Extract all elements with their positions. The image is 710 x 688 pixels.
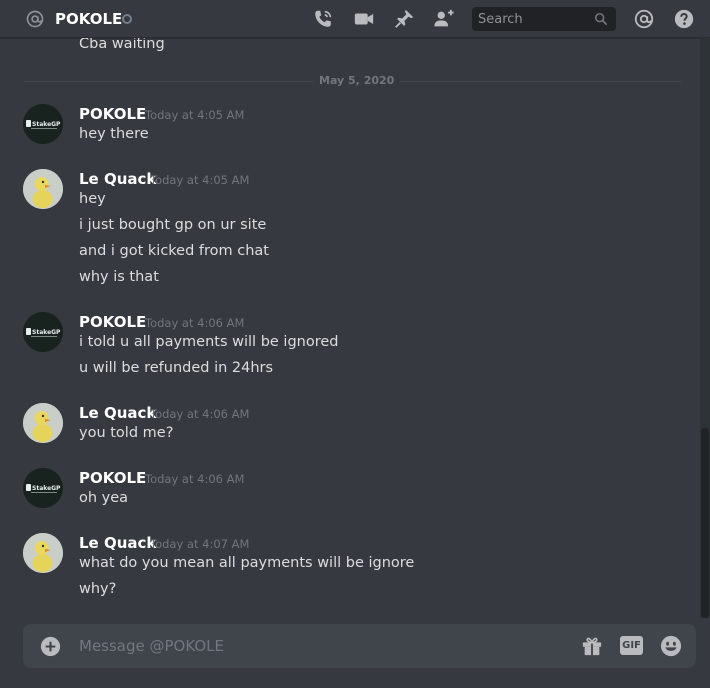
message-line: u will be refunded in 24hrs xyxy=(79,360,274,376)
timestamp: Today at 4:06 AM xyxy=(150,407,250,421)
pin-icon[interactable] xyxy=(393,8,415,30)
timestamp: Today at 4:07 AM xyxy=(150,537,250,551)
gift-icon[interactable] xyxy=(581,635,603,657)
help-icon[interactable] xyxy=(673,8,695,30)
avatar[interactable] xyxy=(23,533,63,573)
timestamp: Today at 4:06 AM xyxy=(145,316,245,330)
avatar[interactable]: StakeGP xyxy=(23,312,63,352)
status-indicator xyxy=(122,14,132,24)
message-line: hey xyxy=(79,191,106,207)
message-list[interactable]: Cba waiting May 5, 2020 StakeGP POKOLE T… xyxy=(0,38,700,618)
message-line: oh yea xyxy=(79,490,129,506)
avatar[interactable]: StakeGP xyxy=(23,468,63,508)
scrollbar-thumb[interactable] xyxy=(701,428,709,618)
search-box[interactable] xyxy=(472,7,616,31)
message-line: you told me? xyxy=(79,425,174,441)
message-line: what do you mean all payments will be ig… xyxy=(79,555,415,571)
timestamp: Today at 4:05 AM xyxy=(150,173,250,187)
add-attachment-icon[interactable] xyxy=(40,636,61,657)
avatar[interactable]: StakeGP xyxy=(23,104,63,144)
video-call-icon[interactable] xyxy=(353,8,375,30)
svg-text:StakeGP: StakeGP xyxy=(32,485,61,492)
duck-avatar-icon xyxy=(23,169,63,209)
duck-avatar-icon xyxy=(23,403,63,443)
stakegp-logo-icon: StakeGP xyxy=(23,104,63,144)
message-line: i told u all payments will be ignored xyxy=(79,334,339,350)
search-icon xyxy=(594,12,608,26)
gif-button[interactable]: GIF xyxy=(620,636,643,655)
message-line: hey there xyxy=(79,126,149,142)
username[interactable]: POKOLE xyxy=(79,468,146,488)
avatar[interactable] xyxy=(23,403,63,443)
stakegp-logo-icon: StakeGP xyxy=(23,468,63,508)
emoji-icon[interactable] xyxy=(660,635,682,657)
username[interactable]: Le Quack xyxy=(79,533,156,553)
duck-avatar-icon xyxy=(23,533,63,573)
message-line: Cba waiting xyxy=(79,38,165,52)
voice-call-icon[interactable] xyxy=(312,8,334,30)
message-input[interactable] xyxy=(79,636,559,656)
message-line: i just bought gp on ur site xyxy=(79,217,267,233)
message-line: and i got kicked from chat xyxy=(79,243,269,259)
mention-icon[interactable] xyxy=(633,8,655,30)
username[interactable]: POKOLE xyxy=(79,104,146,124)
username[interactable]: POKOLE xyxy=(79,312,146,332)
stakegp-logo-icon: StakeGP xyxy=(23,312,63,352)
timestamp: Today at 4:05 AM xyxy=(145,108,245,122)
message-composer: GIF xyxy=(23,624,696,668)
search-input[interactable] xyxy=(478,11,588,27)
svg-text:StakeGP: StakeGP xyxy=(32,121,61,128)
username[interactable]: Le Quack xyxy=(79,403,156,423)
username[interactable]: Le Quack xyxy=(79,169,156,189)
timestamp: Today at 4:06 AM xyxy=(145,472,245,486)
avatar[interactable] xyxy=(23,169,63,209)
channel-header: POKOLE xyxy=(0,0,710,38)
date-divider: May 5, 2020 xyxy=(313,73,401,89)
add-friend-icon[interactable] xyxy=(433,8,455,30)
channel-title: POKOLE xyxy=(55,10,123,28)
message-line: why is that xyxy=(79,269,159,285)
message-line: why? xyxy=(79,581,117,597)
svg-text:StakeGP: StakeGP xyxy=(32,329,61,336)
at-icon xyxy=(26,10,44,28)
